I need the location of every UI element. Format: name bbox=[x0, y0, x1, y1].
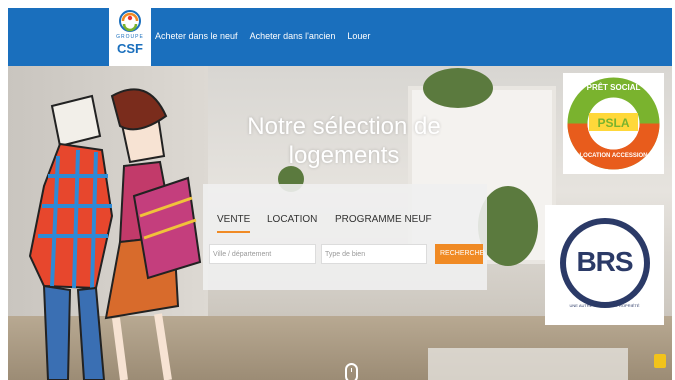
hero-plant-top bbox=[423, 68, 493, 108]
hero-rug bbox=[428, 348, 628, 380]
page-frame: GROUPE CSF Acheter dans le neuf Acheter … bbox=[0, 0, 675, 380]
tab-location[interactable]: LOCATION bbox=[267, 214, 317, 225]
search-button[interactable]: RECHERCHER bbox=[435, 244, 483, 264]
nav-link-louer[interactable]: Louer bbox=[347, 31, 370, 41]
hero-plant-right bbox=[478, 186, 538, 266]
csf-logo[interactable]: GROUPE CSF bbox=[109, 8, 151, 66]
top-navigation-bar: GROUPE CSF Acheter dans le neuf Acheter … bbox=[8, 8, 672, 66]
brs-center-text: BRS bbox=[576, 246, 633, 277]
hero-title-line-2: logements bbox=[288, 142, 400, 169]
location-search-input[interactable]: Ville / département bbox=[209, 244, 316, 264]
scroll-mouse-wheel bbox=[351, 368, 352, 372]
brs-caption: UNE AUTRE IDÉE DE LA PROPRIÉTÉ bbox=[569, 303, 640, 308]
tab-programme-neuf[interactable]: PROGRAMME NEUF bbox=[335, 214, 432, 225]
psla-top-text: PRÊT SOCIAL bbox=[586, 83, 641, 92]
psla-badge: PRÊT SOCIAL PSLA LOCATION ACCESSION bbox=[563, 73, 664, 174]
property-type-input[interactable]: Type de bien bbox=[321, 244, 427, 264]
psla-center-text: PSLA bbox=[597, 116, 630, 130]
logo-text: CSF bbox=[117, 41, 143, 56]
nav-links: Acheter dans le neuf Acheter dans l'anci… bbox=[155, 31, 370, 41]
tab-vente[interactable]: VENTE bbox=[217, 214, 251, 233]
nav-link-acheter-ancien[interactable]: Acheter dans l'ancien bbox=[250, 31, 336, 41]
lock-icon[interactable] bbox=[654, 354, 666, 368]
logo-group-text: GROUPE bbox=[116, 34, 144, 40]
brs-badge: BRS UNE AUTRE IDÉE DE LA PROPRIÉTÉ bbox=[545, 205, 664, 325]
hero-title: Notre sélection de logements bbox=[244, 112, 444, 170]
nav-link-acheter-neuf[interactable]: Acheter dans le neuf bbox=[155, 31, 238, 41]
psla-bottom-text: LOCATION ACCESSION bbox=[579, 153, 648, 159]
search-panel: VENTE LOCATION PROGRAMME NEUF Ville / dé… bbox=[203, 184, 487, 290]
hero-title-line-1: Notre sélection de bbox=[247, 113, 441, 140]
scroll-mouse-icon[interactable] bbox=[345, 363, 358, 380]
illustration-couple bbox=[28, 88, 202, 380]
